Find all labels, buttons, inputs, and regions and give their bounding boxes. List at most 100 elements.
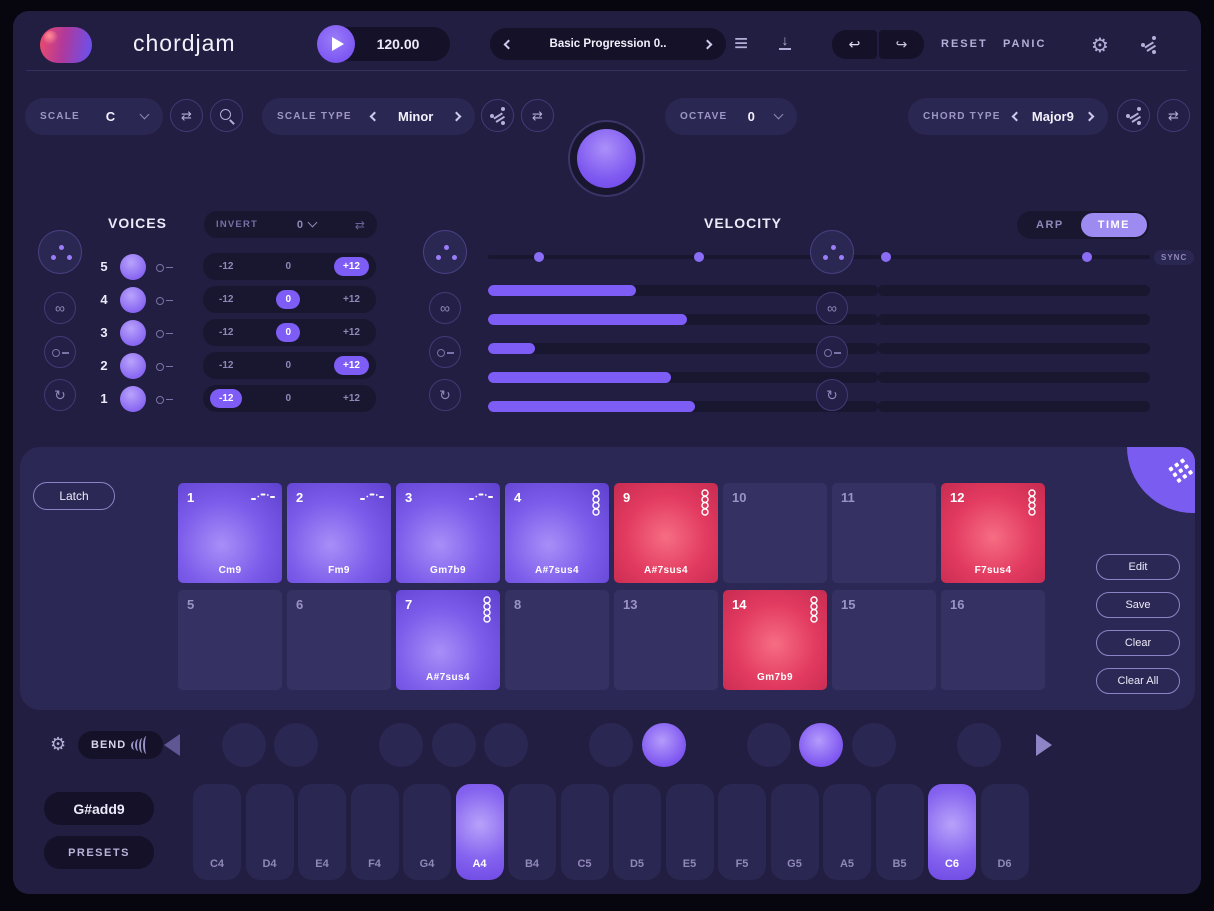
key-A#5[interactable] <box>852 723 896 767</box>
key-F#5[interactable] <box>747 723 791 767</box>
velocity-refresh-button[interactable]: ↻ <box>429 379 461 411</box>
key-A#4[interactable] <box>484 723 528 767</box>
pad-8[interactable]: 8 <box>505 590 609 690</box>
pad-button-save[interactable]: Save <box>1096 592 1180 618</box>
key-B5[interactable]: B5 <box>876 784 924 880</box>
voices-link-button[interactable] <box>44 336 76 368</box>
transpose-option[interactable]: 0 <box>276 257 300 276</box>
link-icon[interactable] <box>156 295 173 305</box>
pad-button-clear[interactable]: Clear <box>1096 630 1180 656</box>
transpose-option[interactable]: 0 <box>276 290 300 309</box>
bend-button[interactable]: BEND <box>78 731 163 759</box>
time-range[interactable] <box>878 255 1150 259</box>
time-refresh-button[interactable]: ↻ <box>816 379 848 411</box>
keyboard-scroll-left-icon[interactable] <box>164 734 180 756</box>
undo-button[interactable]: ↩ <box>832 30 877 59</box>
pad-4[interactable]: 4A#7sus4 <box>505 483 609 583</box>
octave-selector[interactable]: OCTAVE 0 <box>665 98 797 135</box>
key-D6[interactable]: D6 <box>981 784 1029 880</box>
range-handle[interactable] <box>534 252 544 262</box>
transpose-option[interactable]: +12 <box>334 356 369 375</box>
time-randomize-knob[interactable] <box>810 230 854 274</box>
velocity-infinity-button[interactable]: ∞ <box>429 292 461 324</box>
voice-knob[interactable] <box>120 254 146 280</box>
key-B4[interactable]: B4 <box>508 784 556 880</box>
level-bar[interactable] <box>878 401 1150 412</box>
key-D4[interactable]: D4 <box>246 784 294 880</box>
chord-type-selector[interactable]: CHORD TYPE Major9 <box>908 98 1108 135</box>
pad-11[interactable]: 11 <box>832 483 936 583</box>
key-G4[interactable]: G4 <box>403 784 451 880</box>
swap-icon[interactable]: ⇄ <box>355 218 365 232</box>
key-C5[interactable]: C5 <box>561 784 609 880</box>
key-C#4[interactable] <box>222 723 266 767</box>
key-G#5[interactable] <box>799 723 843 767</box>
voice-knob[interactable] <box>120 320 146 346</box>
key-F4[interactable]: F4 <box>351 784 399 880</box>
pad-button-edit[interactable]: Edit <box>1096 554 1180 580</box>
key-D#5[interactable] <box>642 723 686 767</box>
key-E4[interactable]: E4 <box>298 784 346 880</box>
transpose-option[interactable]: -12 <box>210 356 242 375</box>
presets-button[interactable]: PRESETS <box>44 836 154 869</box>
pad-bank-corner[interactable] <box>1127 447 1195 513</box>
pad-3[interactable]: 3Gm7b9 <box>396 483 500 583</box>
sync-badge[interactable]: SYNC <box>1154 250 1194 265</box>
arp-tab[interactable]: ARP <box>1019 213 1081 237</box>
redo-button[interactable]: ↪ <box>879 30 924 59</box>
link-icon[interactable] <box>156 328 173 338</box>
transpose-option[interactable]: 0 <box>276 389 300 408</box>
level-bar[interactable] <box>878 285 1150 296</box>
key-A4[interactable]: A4 <box>456 784 504 880</box>
level-bar[interactable] <box>488 285 878 296</box>
scale-type-next-icon[interactable] <box>452 112 462 122</box>
velocity-randomize-knob[interactable] <box>423 230 467 274</box>
pad-9[interactable]: 9A#7sus4 <box>614 483 718 583</box>
key-F5[interactable]: F5 <box>718 784 766 880</box>
scale-swap-button[interactable]: ⇄ <box>170 99 203 132</box>
link-icon[interactable] <box>156 394 173 404</box>
key-F#4[interactable] <box>379 723 423 767</box>
voices-refresh-button[interactable]: ↻ <box>44 379 76 411</box>
key-A5[interactable]: A5 <box>823 784 871 880</box>
key-D#4[interactable] <box>274 723 318 767</box>
transpose-option[interactable]: 0 <box>276 356 300 375</box>
key-G5[interactable]: G5 <box>771 784 819 880</box>
time-infinity-button[interactable]: ∞ <box>816 292 848 324</box>
transpose-option[interactable]: -12 <box>210 290 242 309</box>
key-G#4[interactable] <box>432 723 476 767</box>
key-C4[interactable]: C4 <box>193 784 241 880</box>
pad-1[interactable]: 1Cm9 <box>178 483 282 583</box>
transpose-option[interactable]: -12 <box>210 389 242 408</box>
latch-button[interactable]: Latch <box>33 482 115 510</box>
level-bar[interactable] <box>878 314 1150 325</box>
pad-15[interactable]: 15 <box>832 590 936 690</box>
time-link-button[interactable] <box>816 336 848 368</box>
voices-infinity-button[interactable]: ∞ <box>44 292 76 324</box>
pad-5[interactable]: 5 <box>178 590 282 690</box>
time-tab[interactable]: TIME <box>1081 213 1147 237</box>
reset-button[interactable]: RESET <box>941 38 988 50</box>
scale-type-random-button[interactable] <box>481 99 514 132</box>
preset-next-icon[interactable] <box>703 39 713 49</box>
voices-randomize-knob[interactable] <box>38 230 82 274</box>
key-D5[interactable]: D5 <box>613 784 661 880</box>
velocity-link-button[interactable] <box>429 336 461 368</box>
transpose-option[interactable]: +12 <box>334 323 369 342</box>
transpose-option[interactable]: +12 <box>334 389 369 408</box>
transpose-option[interactable]: -12 <box>210 323 242 342</box>
transpose-option[interactable]: +12 <box>334 257 369 276</box>
pad-16[interactable]: 16 <box>941 590 1045 690</box>
chord-type-prev-icon[interactable] <box>1011 112 1021 122</box>
level-bar[interactable] <box>488 372 878 383</box>
pad-12[interactable]: 12F7sus4 <box>941 483 1045 583</box>
pad-2[interactable]: 2Fm9 <box>287 483 391 583</box>
key-C6[interactable]: C6 <box>928 784 976 880</box>
key-C#5[interactable] <box>589 723 633 767</box>
link-icon[interactable] <box>156 361 173 371</box>
transpose-option[interactable]: 0 <box>276 323 300 342</box>
pad-14[interactable]: 14Gm7b9 <box>723 590 827 690</box>
link-icon[interactable] <box>156 262 173 272</box>
transpose-option[interactable]: +12 <box>334 290 369 309</box>
pad-10[interactable]: 10 <box>723 483 827 583</box>
